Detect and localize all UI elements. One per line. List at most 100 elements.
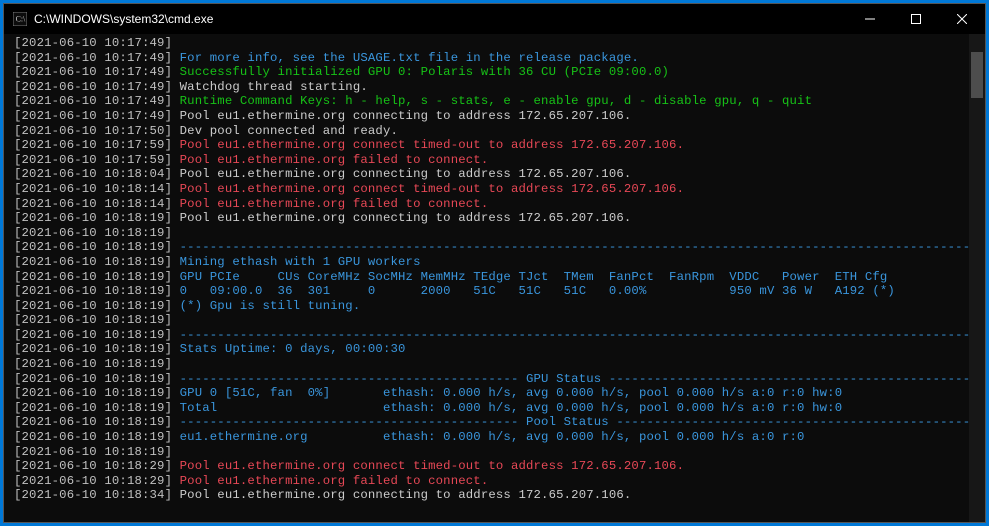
console-line: [2021-06-10 10:18:19] eu1.ethermine.org … [14, 430, 965, 445]
timestamp: [2021-06-10 10:18:19] [14, 211, 172, 225]
timestamp: [2021-06-10 10:18:19] [14, 328, 172, 342]
log-text: Pool eu1.ethermine.org connecting to add… [172, 488, 631, 502]
timestamp: [2021-06-10 10:18:19] [14, 430, 172, 444]
timestamp: [2021-06-10 10:18:19] [14, 313, 172, 327]
log-text: ----------------------------------------… [172, 328, 969, 342]
timestamp: [2021-06-10 10:18:19] [14, 445, 172, 459]
close-button[interactable] [939, 4, 985, 34]
timestamp: [2021-06-10 10:18:19] [14, 299, 172, 313]
log-text: Runtime Command Keys: h - help, s - stat… [172, 94, 812, 108]
log-text: Mining ethash with 1 GPU workers [172, 255, 420, 269]
timestamp: [2021-06-10 10:17:49] [14, 65, 172, 79]
console-line: [2021-06-10 10:18:19] 0 09:00.0 36 301 0… [14, 284, 965, 299]
log-text: (*) Gpu is still tuning. [172, 299, 360, 313]
log-text: ----------------------------------------… [172, 415, 969, 429]
scrollbar-thumb[interactable] [971, 52, 983, 98]
log-text: ----------------------------------------… [172, 240, 969, 254]
console-line: [2021-06-10 10:18:29] Pool eu1.ethermine… [14, 474, 965, 489]
timestamp: [2021-06-10 10:18:19] [14, 415, 172, 429]
log-text: Pool eu1.ethermine.org failed to connect… [172, 197, 488, 211]
timestamp: [2021-06-10 10:17:50] [14, 124, 172, 138]
console-line: [2021-06-10 10:18:19] Mining ethash with… [14, 255, 965, 270]
timestamp: [2021-06-10 10:17:49] [14, 94, 172, 108]
log-text: Pool eu1.ethermine.org connect timed-out… [172, 138, 684, 152]
console-line: [2021-06-10 10:18:19] (*) Gpu is still t… [14, 299, 965, 314]
console-line: [2021-06-10 10:18:19] Pool eu1.ethermine… [14, 211, 965, 226]
console-line: [2021-06-10 10:18:19] Stats Uptime: 0 da… [14, 342, 965, 357]
console-line: [2021-06-10 10:18:19] ------------------… [14, 328, 965, 343]
console-line: [2021-06-10 10:18:19] [14, 226, 965, 241]
console-line: [2021-06-10 10:18:19] Total ethash: 0.00… [14, 401, 965, 416]
cmd-icon: C:\ [12, 11, 28, 27]
log-text: Pool eu1.ethermine.org connecting to add… [172, 109, 631, 123]
console-line: [2021-06-10 10:18:14] Pool eu1.ethermine… [14, 182, 965, 197]
timestamp: [2021-06-10 10:18:19] [14, 342, 172, 356]
timestamp: [2021-06-10 10:18:19] [14, 270, 172, 284]
timestamp: [2021-06-10 10:18:19] [14, 255, 172, 269]
timestamp: [2021-06-10 10:18:19] [14, 240, 172, 254]
timestamp: [2021-06-10 10:17:59] [14, 138, 172, 152]
timestamp: [2021-06-10 10:18:29] [14, 474, 172, 488]
log-text: ----------------------------------------… [172, 372, 969, 386]
timestamp: [2021-06-10 10:18:19] [14, 357, 172, 371]
log-text: Watchdog thread starting. [172, 80, 368, 94]
console-line: [2021-06-10 10:17:59] Pool eu1.ethermine… [14, 153, 965, 168]
timestamp: [2021-06-10 10:18:29] [14, 459, 172, 473]
console-line: [2021-06-10 10:18:19] ------------------… [14, 372, 965, 387]
console-area: [2021-06-10 10:17:49][2021-06-10 10:17:4… [4, 34, 985, 522]
log-text: Pool eu1.ethermine.org connecting to add… [172, 167, 631, 181]
console-line: [2021-06-10 10:18:14] Pool eu1.ethermine… [14, 197, 965, 212]
timestamp: [2021-06-10 10:17:49] [14, 80, 172, 94]
timestamp: [2021-06-10 10:17:49] [14, 51, 172, 65]
console-line: [2021-06-10 10:18:34] Pool eu1.ethermine… [14, 488, 965, 503]
console-line: [2021-06-10 10:18:19] [14, 445, 965, 460]
console-line: [2021-06-10 10:18:19] ------------------… [14, 240, 965, 255]
console-line: [2021-06-10 10:18:29] Pool eu1.ethermine… [14, 459, 965, 474]
timestamp: [2021-06-10 10:18:19] [14, 386, 172, 400]
log-text: Pool eu1.ethermine.org failed to connect… [172, 153, 488, 167]
console-line: [2021-06-10 10:17:49] Watchdog thread st… [14, 80, 965, 95]
timestamp: [2021-06-10 10:18:19] [14, 401, 172, 415]
log-text: Stats Uptime: 0 days, 00:00:30 [172, 342, 405, 356]
log-text: GPU PCIe CUs CoreMHz SocMHz MemMHz TEdge… [172, 270, 887, 284]
console-line: [2021-06-10 10:17:49] Successfully initi… [14, 65, 965, 80]
console-line: [2021-06-10 10:18:19] GPU PCIe CUs CoreM… [14, 270, 965, 285]
titlebar[interactable]: C:\ C:\WINDOWS\system32\cmd.exe [4, 4, 985, 34]
console-line: [2021-06-10 10:18:04] Pool eu1.ethermine… [14, 167, 965, 182]
timestamp: [2021-06-10 10:18:04] [14, 167, 172, 181]
log-text: For more info, see the USAGE.txt file in… [172, 51, 639, 65]
svg-text:C:\: C:\ [16, 15, 26, 24]
timestamp: [2021-06-10 10:18:19] [14, 372, 172, 386]
timestamp: [2021-06-10 10:18:14] [14, 182, 172, 196]
console-line: [2021-06-10 10:18:19] [14, 357, 965, 372]
timestamp: [2021-06-10 10:17:59] [14, 153, 172, 167]
console-line: [2021-06-10 10:17:49] Runtime Command Ke… [14, 94, 965, 109]
timestamp: [2021-06-10 10:17:49] [14, 109, 172, 123]
minimize-button[interactable] [847, 4, 893, 34]
log-text: Dev pool connected and ready. [172, 124, 398, 138]
timestamp: [2021-06-10 10:18:19] [14, 284, 172, 298]
log-text: Pool eu1.ethermine.org connect timed-out… [172, 459, 684, 473]
console-line: [2021-06-10 10:17:49] Pool eu1.ethermine… [14, 109, 965, 124]
log-text: Pool eu1.ethermine.org failed to connect… [172, 474, 488, 488]
log-text: Pool eu1.ethermine.org connect timed-out… [172, 182, 684, 196]
window-title: C:\WINDOWS\system32\cmd.exe [34, 12, 847, 26]
log-text: eu1.ethermine.org ethash: 0.000 h/s, avg… [172, 430, 804, 444]
log-text: GPU 0 [51C, fan 0%] ethash: 0.000 h/s, a… [172, 386, 842, 400]
log-text: Total ethash: 0.000 h/s, avg 0.000 h/s, … [172, 401, 842, 415]
timestamp: [2021-06-10 10:18:19] [14, 226, 172, 240]
console-line: [2021-06-10 10:17:49] [14, 36, 965, 51]
timestamp: [2021-06-10 10:18:34] [14, 488, 172, 502]
console-line: [2021-06-10 10:17:49] For more info, see… [14, 51, 965, 66]
log-text: Pool eu1.ethermine.org connecting to add… [172, 211, 631, 225]
console-line: [2021-06-10 10:18:19] GPU 0 [51C, fan 0%… [14, 386, 965, 401]
log-text: 0 09:00.0 36 301 0 2000 51C 51C 51C 0.00… [172, 284, 895, 298]
maximize-button[interactable] [893, 4, 939, 34]
log-text: Successfully initialized GPU 0: Polaris … [172, 65, 669, 79]
console-line: [2021-06-10 10:17:50] Dev pool connected… [14, 124, 965, 139]
console-output[interactable]: [2021-06-10 10:17:49][2021-06-10 10:17:4… [4, 34, 969, 522]
timestamp: [2021-06-10 10:17:49] [14, 36, 172, 50]
timestamp: [2021-06-10 10:18:14] [14, 197, 172, 211]
vertical-scrollbar[interactable] [969, 34, 985, 522]
console-line: [2021-06-10 10:18:19] [14, 313, 965, 328]
